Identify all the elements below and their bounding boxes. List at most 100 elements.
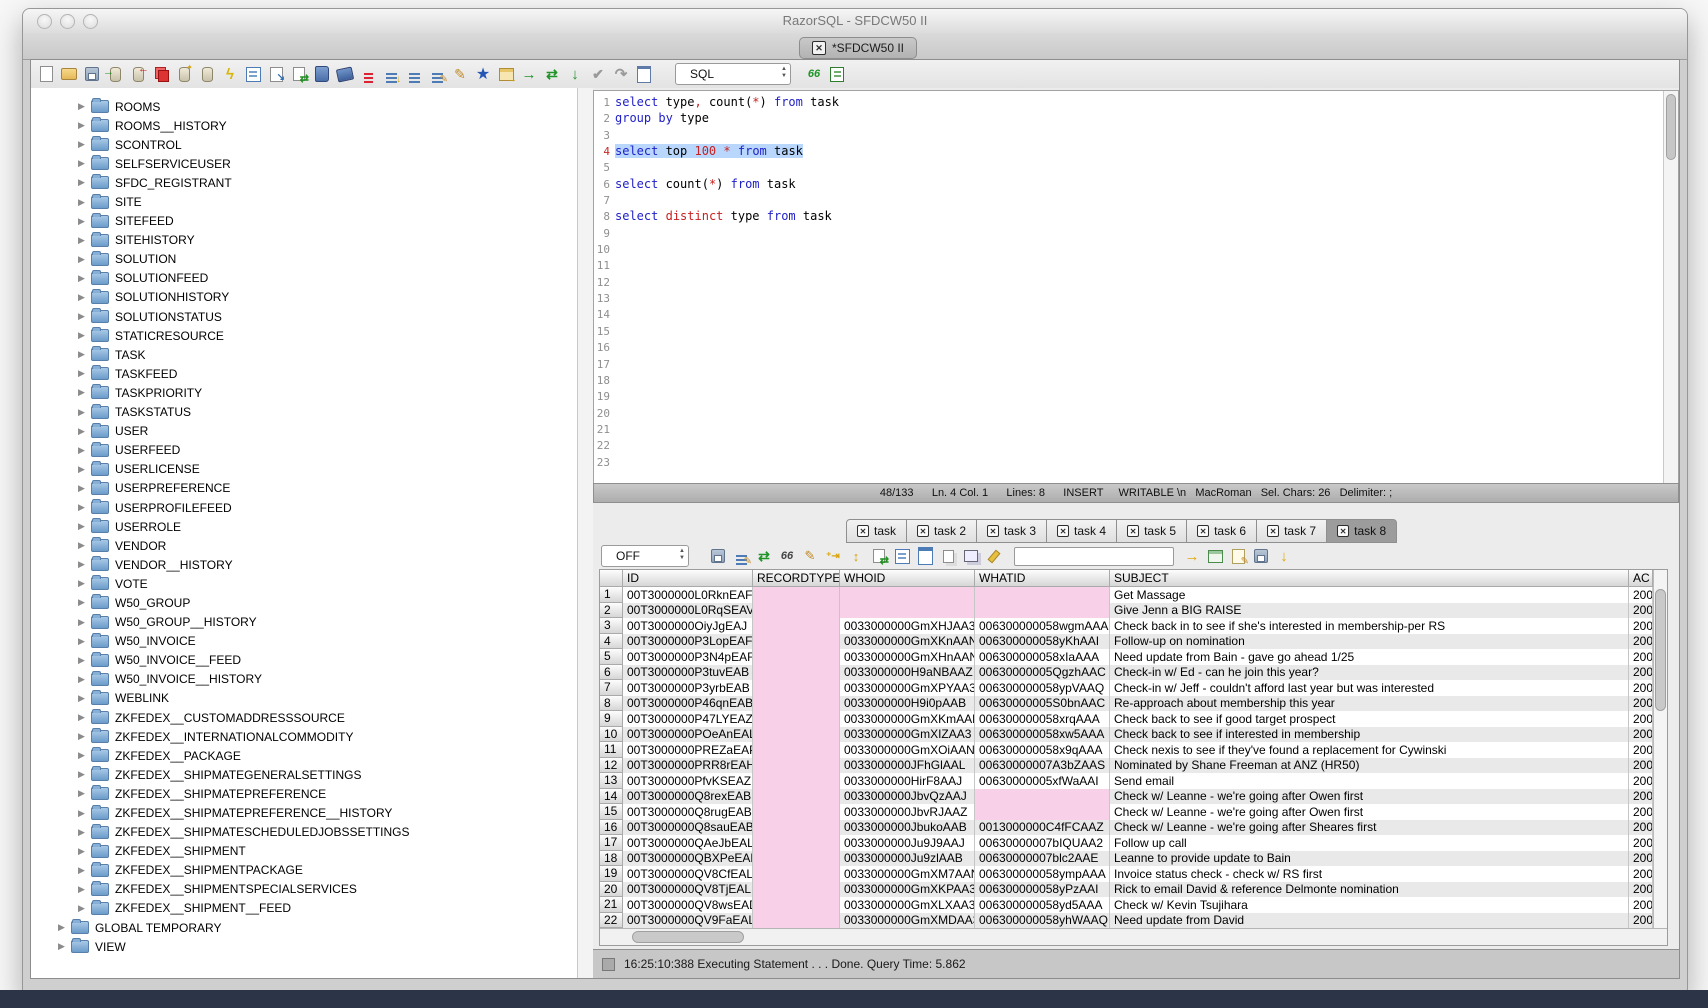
- table-cell[interactable]: 200: [1629, 634, 1653, 650]
- table-cell[interactable]: 00T3000000P3yrbEAB: [623, 680, 753, 696]
- expand-arrow-icon[interactable]: ▶: [78, 254, 91, 265]
- table-cell[interactable]: 006300000058xrqAAA: [975, 711, 1110, 727]
- table-cell[interactable]: 00T3000000QV8TjEAL: [623, 882, 753, 898]
- table-cell[interactable]: Check w/ Leanne - we're going after Owen…: [1110, 789, 1629, 805]
- table-cell[interactable]: Check w/ Leanne - we're going after Shea…: [1110, 820, 1629, 836]
- table-cell[interactable]: 0013000000C4fFCAAZ: [975, 820, 1110, 836]
- tree-item-solutionfeed[interactable]: ▶SOLUTIONFEED: [31, 269, 577, 288]
- editor-line[interactable]: 16: [594, 339, 1678, 355]
- rollback-icon[interactable]: [612, 65, 630, 83]
- expand-arrow-icon[interactable]: ▶: [78, 349, 91, 360]
- close-tab-icon[interactable]: ✕: [857, 525, 869, 537]
- tree-item-site[interactable]: ▶SITE: [31, 192, 577, 211]
- edit-rows-icon[interactable]: [1229, 547, 1247, 565]
- form-view-icon[interactable]: [893, 547, 911, 565]
- table-cell[interactable]: [753, 820, 840, 836]
- new-file-icon[interactable]: [37, 65, 55, 83]
- copy-rows-icon[interactable]: [939, 547, 957, 565]
- expand-arrow-icon[interactable]: ▶: [78, 731, 91, 742]
- table-cell[interactable]: Need update from Bain - gave go ahead 1/…: [1110, 649, 1629, 665]
- table-cell[interactable]: [753, 587, 840, 603]
- tree-item-zkfedex-shipmatescheduledjobssettings[interactable]: ▶ZKFEDEX__SHIPMATESCHEDULEDJOBSSETTINGS: [31, 823, 577, 842]
- editor-line[interactable]: 12: [594, 274, 1678, 290]
- edit-pencil-icon[interactable]: [451, 65, 469, 83]
- table-cell[interactable]: [840, 603, 975, 619]
- table-cell[interactable]: Check w/ Kevin Tsujihara: [1110, 897, 1629, 913]
- expand-arrow-icon[interactable]: ▶: [78, 407, 91, 418]
- edit-cell-icon[interactable]: [801, 547, 819, 565]
- save-icon[interactable]: [83, 65, 101, 83]
- table-cell[interactable]: [753, 866, 840, 882]
- table-cell[interactable]: [975, 804, 1110, 820]
- table-cell[interactable]: 00T3000000POeAnEAL: [623, 727, 753, 743]
- table-cell[interactable]: 200: [1629, 866, 1653, 882]
- column-header-ID[interactable]: ID: [623, 570, 753, 587]
- tree-item-zkfedex-internationalcommodity[interactable]: ▶ZKFEDEX__INTERNATIONALCOMMODITY: [31, 727, 577, 746]
- tree-scrollbar[interactable]: [577, 88, 594, 978]
- table-cell[interactable]: 00T3000000OiyJgEAJ: [623, 618, 753, 634]
- table-cell[interactable]: Check back in to see if she's interested…: [1110, 618, 1629, 634]
- table-cell[interactable]: 00630000007A3bZAAS: [975, 758, 1110, 774]
- table-cell[interactable]: 00T3000000QAeJbEAL: [623, 835, 753, 851]
- table-cell[interactable]: 0033000000Ju9J9AAJ: [840, 835, 975, 851]
- table-cell[interactable]: [753, 680, 840, 696]
- tree-item-sitehistory[interactable]: ▶SITEHISTORY: [31, 231, 577, 250]
- table-row[interactable]: 800T3000000P46qnEAB0033000000H9i0pAAB006…: [600, 696, 1667, 712]
- table-cell[interactable]: 00T3000000QV8wsEAD: [623, 897, 753, 913]
- tree-item-selfserviceuser[interactable]: ▶SELFSERVICEUSER: [31, 154, 577, 173]
- result-tab-task-3[interactable]: ✕task 3: [977, 519, 1047, 543]
- table-cell[interactable]: [753, 835, 840, 851]
- close-tab-icon[interactable]: ✕: [812, 41, 826, 55]
- table-row[interactable]: 1300T3000000PfvKSEAZ0033000000HirF8AAJ00…: [600, 773, 1667, 789]
- table-cell[interactable]: 200: [1629, 711, 1653, 727]
- sort-list-icon[interactable]: [382, 65, 400, 83]
- editor-line[interactable]: 8select distinct type from task: [594, 208, 1678, 224]
- table-cell[interactable]: 00T3000000P47LYEAZ: [623, 711, 753, 727]
- tree-item-scontrol[interactable]: ▶SCONTROL: [31, 135, 577, 154]
- table-cell[interactable]: 200: [1629, 665, 1653, 681]
- tree-item-zkfedex-shipment-feed[interactable]: ▶ZKFEDEX__SHIPMENT__FEED: [31, 899, 577, 918]
- tree-item-w50-group[interactable]: ▶W50_GROUP: [31, 593, 577, 612]
- table-cell[interactable]: 00T3000000QV9FaEAL: [623, 913, 753, 929]
- table-cell[interactable]: 200: [1629, 696, 1653, 712]
- table-cell[interactable]: 006300000058xIaAAA: [975, 649, 1110, 665]
- favorites-star-icon[interactable]: [474, 65, 492, 83]
- export-table-icon[interactable]: [497, 65, 515, 83]
- database-icon[interactable]: [198, 65, 216, 83]
- column-header-rownum[interactable]: [600, 570, 623, 587]
- expand-arrow-icon[interactable]: ▶: [78, 559, 91, 570]
- table-cell[interactable]: 00T3000000Q8rexEAB: [623, 789, 753, 805]
- table-cell[interactable]: [753, 804, 840, 820]
- table-cell[interactable]: 006300000058xw5AAA: [975, 727, 1110, 743]
- table-cell[interactable]: 200: [1629, 587, 1653, 603]
- table-cell[interactable]: 200: [1629, 804, 1653, 820]
- table-cell[interactable]: 0033000000JFhGlAAL: [840, 758, 975, 774]
- table-cell[interactable]: 200: [1629, 618, 1653, 634]
- table-cell[interactable]: [753, 773, 840, 789]
- tree-item-zkfedex-shipmategeneralsettings[interactable]: ▶ZKFEDEX__SHIPMATEGENERALSETTINGS: [31, 765, 577, 784]
- table-cell[interactable]: 006300000058wgmAAA: [975, 618, 1110, 634]
- table-cell[interactable]: 00T3000000L0RknEAF: [623, 587, 753, 603]
- expand-arrow-icon[interactable]: ▶: [78, 387, 91, 398]
- reference-book-icon[interactable]: [336, 65, 354, 83]
- editor-line[interactable]: 10: [594, 241, 1678, 257]
- table-cell[interactable]: [753, 696, 840, 712]
- result-tab-task-4[interactable]: ✕task 4: [1047, 519, 1117, 543]
- tree-item-taskstatus[interactable]: ▶TASKSTATUS: [31, 403, 577, 422]
- table-cell[interactable]: 200: [1629, 758, 1653, 774]
- table-cell[interactable]: 00T3000000QBXPeEAP: [623, 851, 753, 867]
- highlight-icon[interactable]: [985, 547, 1003, 565]
- sort-updown-icon[interactable]: [847, 547, 865, 565]
- results-list-icon[interactable]: [828, 65, 846, 83]
- expand-arrow-icon[interactable]: ▶: [78, 808, 91, 819]
- table-cell[interactable]: 00T3000000PfvKSEAZ: [623, 773, 753, 789]
- table-cell[interactable]: Check back to see if good target prospec…: [1110, 711, 1629, 727]
- editor-line[interactable]: 15: [594, 323, 1678, 339]
- expand-arrow-icon[interactable]: ▶: [78, 426, 91, 437]
- select-stepper-icon[interactable]: ▲▼: [781, 66, 787, 80]
- editor-line[interactable]: 1select type, count(*) from task: [594, 94, 1678, 110]
- table-cell[interactable]: 200: [1629, 851, 1653, 867]
- tree-item-solutionstatus[interactable]: ▶SOLUTIONSTATUS: [31, 307, 577, 326]
- expand-arrow-icon[interactable]: ▶: [78, 273, 91, 284]
- tree-item-zkfedex-shipmatepreference-history[interactable]: ▶ZKFEDEX__SHIPMATEPREFERENCE__HISTORY: [31, 803, 577, 822]
